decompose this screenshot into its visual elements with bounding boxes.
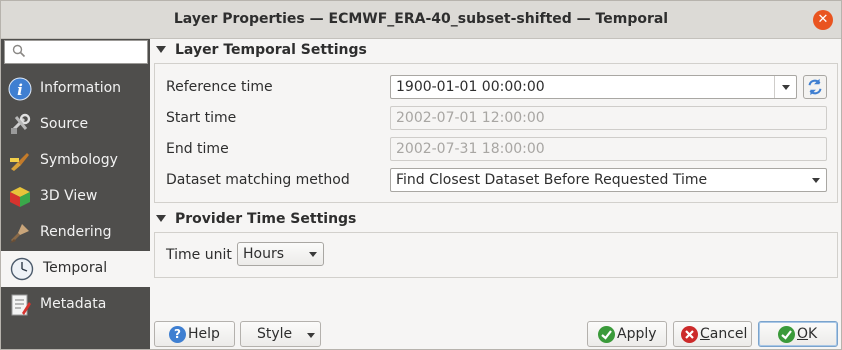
close-button[interactable]: ✕ bbox=[813, 10, 833, 30]
rendering-icon bbox=[10, 224, 29, 243]
sidebar: i Information Source Symbology 3D View R… bbox=[1, 39, 150, 349]
information-icon: i bbox=[8, 77, 32, 101]
apply-button[interactable]: Apply bbox=[587, 321, 667, 347]
search-icon bbox=[12, 44, 26, 58]
clock-icon bbox=[10, 257, 34, 281]
cancel-button[interactable]: Cancel bbox=[673, 321, 752, 347]
section-title: Layer Temporal Settings bbox=[175, 42, 367, 58]
reference-time-label: Reference time bbox=[166, 79, 273, 95]
temporal-panel: Layer Temporal Settings Reference time 1… bbox=[151, 39, 841, 349]
section-title: Provider Time Settings bbox=[175, 211, 357, 227]
time-unit-value: Hours bbox=[243, 246, 285, 262]
sidebar-item-source[interactable]: Source bbox=[1, 107, 150, 143]
search-input[interactable] bbox=[4, 40, 148, 64]
ok-label: OK bbox=[797, 326, 817, 342]
end-time-label: End time bbox=[166, 141, 229, 157]
cancel-label-rest: ancel bbox=[709, 326, 748, 342]
ok-button[interactable]: OK bbox=[758, 321, 838, 347]
apply-label: Apply bbox=[617, 326, 657, 342]
sidebar-item-label: Temporal bbox=[43, 260, 108, 276]
help-button[interactable]: ? Help bbox=[154, 321, 235, 347]
ok-mnemonic: O bbox=[797, 326, 809, 342]
chevron-down-icon bbox=[309, 252, 317, 257]
chevron-down-icon[interactable] bbox=[774, 76, 796, 98]
symbology-icon bbox=[10, 153, 29, 171]
time-unit-select[interactable]: Hours bbox=[237, 242, 324, 266]
title-bar: Layer Properties — ECMWF_ERA-40_subset-s… bbox=[1, 1, 841, 39]
cancel-label: Cancel bbox=[700, 326, 747, 342]
dataset-matching-value: Find Closest Dataset Before Requested Ti… bbox=[396, 172, 708, 188]
end-time-field: 2002-07-31 18:00:00 bbox=[390, 137, 827, 161]
help-label: Help bbox=[188, 326, 220, 342]
refresh-icon bbox=[808, 78, 822, 96]
3d-view-icon bbox=[10, 187, 30, 207]
sidebar-item-label: 3D View bbox=[40, 188, 98, 204]
end-time-value: 2002-07-31 18:00:00 bbox=[396, 141, 545, 157]
source-icon bbox=[10, 113, 31, 134]
start-time-value: 2002-07-01 12:00:00 bbox=[396, 110, 545, 126]
sidebar-item-temporal[interactable]: Temporal bbox=[1, 251, 150, 287]
sidebar-item-metadata[interactable]: Metadata bbox=[1, 287, 150, 323]
sidebar-item-label: Symbology bbox=[40, 152, 118, 168]
collapse-arrow-icon bbox=[156, 214, 166, 222]
window-title: Layer Properties — ECMWF_ERA-40_subset-s… bbox=[173, 11, 669, 27]
time-unit-label: Time unit bbox=[166, 247, 232, 263]
style-button[interactable]: Style bbox=[240, 321, 321, 347]
sidebar-item-label: Source bbox=[40, 116, 89, 132]
check-icon bbox=[598, 326, 615, 343]
chevron-down-icon bbox=[812, 178, 820, 183]
cancel-mnemonic: C bbox=[700, 326, 710, 342]
check-icon bbox=[778, 326, 795, 343]
reference-time-value: 1900-01-01 00:00:00 bbox=[396, 79, 545, 95]
chevron-down-icon bbox=[307, 333, 315, 338]
cancel-icon bbox=[681, 326, 698, 343]
provider-time-settings-header[interactable]: Provider Time Settings bbox=[156, 211, 356, 231]
ok-label-rest: K bbox=[808, 326, 818, 342]
sidebar-item-symbology[interactable]: Symbology bbox=[1, 143, 150, 179]
sidebar-item-label: Metadata bbox=[40, 296, 107, 312]
reference-time-field[interactable]: 1900-01-01 00:00:00 bbox=[390, 75, 797, 99]
collapse-arrow-icon bbox=[156, 45, 166, 53]
metadata-icon bbox=[11, 294, 31, 316]
layer-properties-dialog: Layer Properties — ECMWF_ERA-40_subset-s… bbox=[0, 0, 842, 350]
sidebar-item-label: Information bbox=[40, 80, 122, 96]
layer-temporal-settings-header[interactable]: Layer Temporal Settings bbox=[156, 42, 367, 62]
provider-time-group: Time unit Hours bbox=[154, 232, 838, 278]
layer-temporal-group: Reference time 1900-01-01 00:00:00 Start… bbox=[154, 63, 838, 203]
style-label: Style bbox=[257, 326, 293, 342]
svg-text:i: i bbox=[17, 81, 23, 99]
dataset-matching-select[interactable]: Find Closest Dataset Before Requested Ti… bbox=[390, 168, 827, 192]
help-icon: ? bbox=[169, 326, 186, 343]
sidebar-item-3d-view[interactable]: 3D View bbox=[1, 179, 150, 215]
sidebar-item-information[interactable]: i Information bbox=[1, 71, 150, 107]
start-time-field: 2002-07-01 12:00:00 bbox=[390, 106, 827, 130]
sidebar-item-label: Rendering bbox=[40, 224, 112, 240]
refresh-reference-time-button[interactable] bbox=[803, 75, 827, 99]
sidebar-item-rendering[interactable]: Rendering bbox=[1, 215, 150, 251]
start-time-label: Start time bbox=[166, 110, 237, 126]
dataset-matching-label: Dataset matching method bbox=[166, 172, 350, 188]
